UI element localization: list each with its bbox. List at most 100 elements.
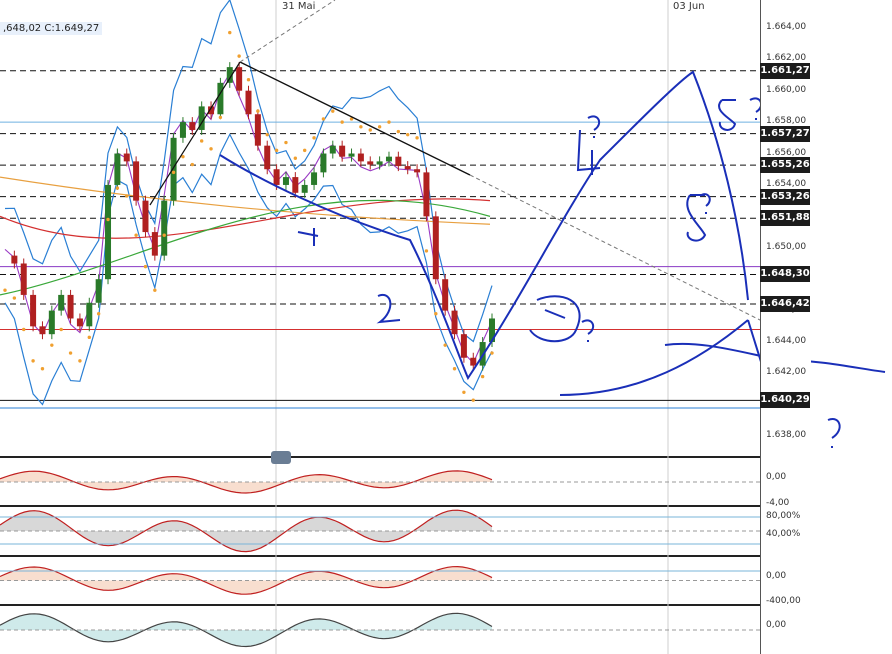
candle-body (86, 302, 93, 327)
sar-dot (209, 147, 213, 151)
level-label[interactable]: 1.655,26 (760, 157, 810, 174)
sar-dot (331, 109, 335, 113)
sar-dot (68, 351, 73, 355)
candle-body (432, 216, 439, 280)
sar-dot (87, 335, 91, 340)
sar-dot (199, 139, 204, 143)
candle-body (320, 153, 327, 173)
chart-stage: 31 Mai 03 Jun ,648,02 C:1.649,27 1.664,0… (0, 0, 892, 654)
ma-orange-line (0, 176, 491, 225)
level-label[interactable]: 1.640,29 (760, 392, 810, 409)
candle-body (170, 137, 177, 201)
sar-dot (452, 367, 457, 371)
sar-dot (22, 327, 26, 332)
candle-body (123, 153, 130, 162)
sar-dot (96, 312, 101, 316)
candle-body (442, 279, 449, 311)
sar-dot (115, 186, 120, 190)
candle-body (20, 263, 27, 295)
candle-body (414, 169, 421, 173)
handwritten-curve-bottom (559, 319, 749, 396)
candle-body (58, 294, 65, 311)
sar-dot (134, 233, 138, 237)
sar-dot (153, 288, 157, 292)
price-tick: 1.654,00 (766, 178, 807, 189)
sar-dot (59, 327, 63, 332)
sar-dot (256, 109, 260, 113)
sar-dot (359, 125, 363, 129)
candle-body (67, 294, 74, 319)
sar-dot (406, 132, 410, 137)
candle-body (236, 67, 243, 91)
trendline-down (239, 61, 471, 176)
handwritten-question-5 (581, 319, 595, 342)
candle-body (301, 184, 308, 193)
date-label-31mai: 31 Mai (282, 1, 316, 12)
momentum-tick-zero: 0,00 (766, 620, 787, 630)
candle-body (161, 200, 168, 256)
handwritten-label-2 (376, 293, 401, 324)
handwritten-label-5b (718, 99, 737, 131)
candle-body (105, 184, 112, 280)
sar-dot (237, 54, 241, 58)
candle-body (76, 318, 83, 327)
sar-dot (106, 217, 110, 222)
candle-body (357, 153, 364, 162)
sar-dot (396, 129, 401, 134)
candle-body (385, 156, 392, 162)
price-axis[interactable] (760, 0, 811, 654)
handwritten-question-1 (827, 418, 841, 448)
macd-tick-zero: 0,00 (766, 472, 787, 482)
level-label[interactable]: 1.648,30 (760, 266, 810, 283)
sar-dot (31, 359, 35, 363)
candle-body (451, 310, 458, 335)
level-label[interactable]: 1.657,27 (760, 125, 810, 142)
sar-dot (471, 398, 475, 402)
price-tick: 1.642,00 (766, 367, 807, 378)
candle-body (142, 200, 149, 233)
sar-dot (50, 343, 54, 347)
panel-resize-handle[interactable] (271, 451, 291, 464)
trendline-extension (469, 174, 781, 331)
ma-green-line (0, 199, 491, 296)
sar-dot (340, 120, 344, 124)
sar-dot (480, 374, 485, 379)
level-label[interactable]: 1.646,42 (760, 296, 810, 313)
candle-body (11, 255, 18, 264)
sar-dot (443, 343, 447, 347)
candle-body (151, 232, 158, 256)
sar-dot (415, 136, 419, 140)
sar-dot (190, 162, 195, 167)
candle-body (30, 294, 37, 327)
sar-dot (293, 156, 298, 160)
candle-body (470, 357, 477, 366)
cci-tick-minus400: -400,00 (766, 596, 801, 606)
candle-body (329, 145, 336, 154)
sar-dot (377, 125, 382, 129)
level-label[interactable]: 1.653,26 (760, 188, 810, 205)
sar-dot (162, 233, 166, 237)
sar-dot (462, 390, 466, 395)
stoch-tick-80: 80,00% (766, 511, 801, 521)
candle-body (264, 145, 271, 170)
candle-body (311, 172, 318, 185)
macd-tick-minus4: -4,00 (766, 498, 790, 508)
sar-dot (3, 288, 7, 292)
candle-body (95, 279, 102, 303)
cci-tick-zero: 0,00 (766, 571, 787, 581)
handwritten-label-1 (297, 228, 319, 246)
sar-dot (424, 249, 429, 253)
sar-dot (302, 148, 307, 153)
sar-dot (284, 140, 288, 145)
price-tick: 1.638,00 (766, 430, 807, 441)
sar-dot (218, 115, 223, 120)
candle-body (395, 156, 402, 167)
sar-dot (387, 120, 391, 124)
sar-dot (434, 312, 438, 316)
level-label[interactable]: 1.651,88 (760, 210, 810, 227)
candle-body (460, 334, 467, 358)
chart-canvas (0, 0, 886, 654)
sar-dot (368, 128, 372, 132)
level-label[interactable]: 1.661,27 (760, 62, 810, 79)
handwritten-label-4 (576, 129, 601, 175)
